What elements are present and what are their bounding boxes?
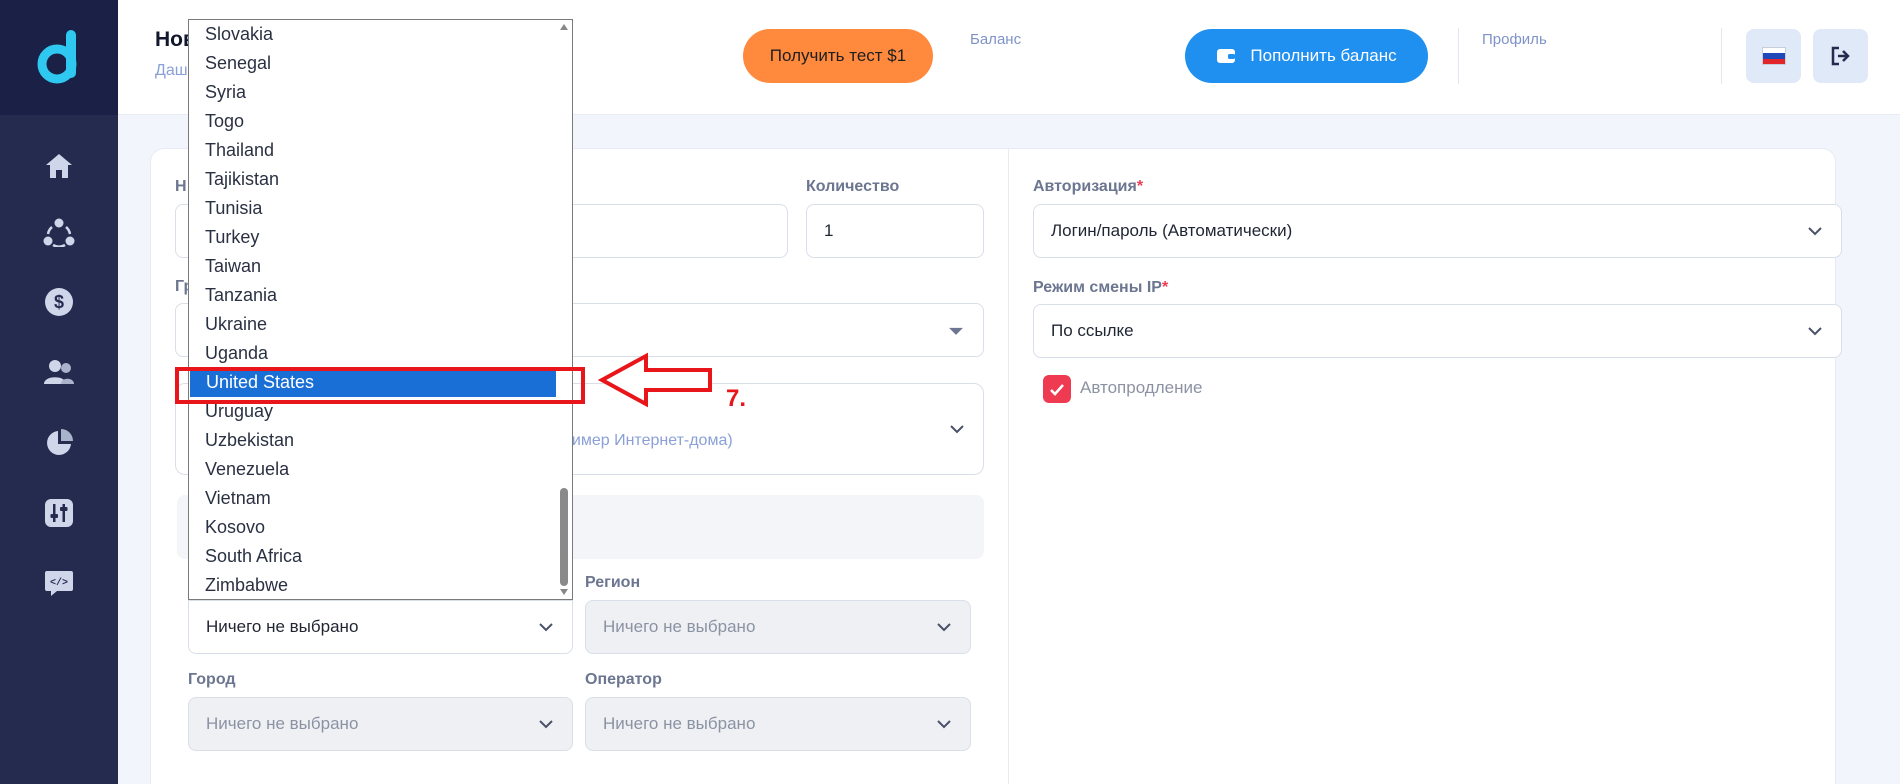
- chevron-down-icon: [539, 720, 553, 729]
- language-button[interactable]: [1746, 29, 1801, 83]
- country-option[interactable]: Tanzania: [189, 281, 557, 310]
- operator-select-value: Ничего не выбрано: [603, 714, 756, 733]
- authorization-select[interactable]: Логин/пароль (Автоматически): [1033, 204, 1842, 258]
- logo-icon: [37, 29, 77, 83]
- topup-balance-label: Пополнить баланс: [1250, 46, 1397, 65]
- api-code-icon: </>: [45, 571, 73, 596]
- sidebar-item-api[interactable]: </>: [0, 558, 118, 608]
- city-select[interactable]: Ничего не выбрано: [188, 697, 573, 751]
- country-option[interactable]: Senegal: [189, 49, 557, 78]
- country-select-value: Ничего не выбрано: [206, 617, 359, 636]
- chevron-down-icon: [937, 623, 951, 632]
- network-icon: [43, 218, 75, 247]
- chevron-down-icon: [1808, 327, 1822, 336]
- required-asterisk: *: [1161, 279, 1169, 296]
- name-label: Н: [175, 178, 187, 195]
- column-divider: [1008, 148, 1009, 784]
- region-select-value: Ничего не выбрано: [603, 617, 756, 636]
- country-option[interactable]: Taiwan: [189, 252, 557, 281]
- authorization-select-value: Логин/пароль (Автоматически): [1051, 221, 1293, 240]
- sidebar-item-settings[interactable]: [0, 488, 118, 538]
- autorenew-label[interactable]: Автопродление: [1080, 378, 1202, 398]
- country-select[interactable]: Ничего не выбрано: [188, 600, 573, 654]
- country-option[interactable]: Syria: [189, 78, 557, 107]
- country-option[interactable]: Ukraine: [189, 310, 557, 339]
- home-icon: [46, 154, 72, 178]
- operator-select[interactable]: Ничего не выбрано: [585, 697, 971, 751]
- country-option[interactable]: Kosovo: [189, 513, 557, 542]
- svg-text:$: $: [54, 292, 64, 312]
- highlight-box: [175, 367, 585, 404]
- russian-flag-icon: [1761, 47, 1786, 65]
- logout-icon: [1831, 46, 1850, 66]
- country-dropdown-list[interactable]: Slovakia Senegal Syria Togo Thailand Taj…: [188, 19, 573, 600]
- region-select[interactable]: Ничего не выбрано: [585, 600, 971, 654]
- pointer-arrow-icon: [598, 352, 712, 408]
- chevron-down-icon: [950, 425, 964, 434]
- required-asterisk: *: [1136, 178, 1144, 195]
- sliders-icon: [45, 499, 73, 527]
- ip-mode-select[interactable]: По ссылке: [1033, 304, 1842, 358]
- country-option[interactable]: Uganda: [189, 339, 557, 368]
- dollar-icon: $: [45, 288, 73, 316]
- ip-mode-label-text: Режим смены IP: [1033, 279, 1162, 296]
- country-option[interactable]: Zimbabwe: [189, 571, 557, 599]
- ip-mode-select-value: По ссылке: [1051, 321, 1134, 340]
- country-option[interactable]: Slovakia: [189, 20, 557, 49]
- svg-text:</>: </>: [50, 577, 68, 589]
- balance-label: Баланс: [970, 31, 1022, 48]
- country-option[interactable]: Togo: [189, 107, 557, 136]
- chevron-down-icon: [539, 623, 553, 632]
- authorization-label-text: Авторизация: [1033, 178, 1137, 195]
- country-option[interactable]: South Africa: [189, 542, 557, 571]
- breadcrumb[interactable]: Даш: [155, 62, 188, 80]
- profile-label[interactable]: Профиль: [1482, 31, 1547, 48]
- sidebar-item-billing[interactable]: $: [0, 277, 118, 327]
- chevron-down-icon: [1808, 227, 1822, 236]
- city-label: Город: [188, 671, 236, 688]
- country-option[interactable]: Venezuela: [189, 455, 557, 484]
- sidebar-item-network[interactable]: [0, 207, 118, 257]
- sidebar-item-home[interactable]: [0, 141, 118, 191]
- autorenew-checkbox[interactable]: [1043, 375, 1071, 403]
- step-number: 7.: [726, 385, 747, 412]
- country-option[interactable]: Tunisia: [189, 194, 557, 223]
- header-divider: [1458, 28, 1459, 84]
- caret-down-icon: [949, 327, 963, 335]
- users-icon: [44, 360, 74, 384]
- sidebar-item-statistics[interactable]: [0, 418, 118, 468]
- country-option[interactable]: Vietnam: [189, 484, 557, 513]
- country-option[interactable]: Turkey: [189, 223, 557, 252]
- scroll-up-arrow-icon[interactable]: [560, 24, 568, 30]
- country-option[interactable]: Tajikistan: [189, 165, 557, 194]
- country-option[interactable]: Uzbekistan: [189, 426, 557, 455]
- dropdown-scrollbar[interactable]: [556, 20, 572, 599]
- wallet-icon: [1217, 49, 1236, 63]
- scrollbar-thumb[interactable]: [560, 488, 568, 586]
- chevron-down-icon: [937, 720, 951, 729]
- logo[interactable]: [0, 0, 118, 115]
- logout-button[interactable]: [1813, 29, 1868, 83]
- country-option[interactable]: Thailand: [189, 136, 557, 165]
- topup-balance-button[interactable]: Пополнить баланс: [1185, 29, 1428, 83]
- authorization-label: Авторизация*: [1033, 178, 1143, 196]
- operator-label: Оператор: [585, 671, 662, 688]
- header-divider: [1721, 28, 1722, 84]
- ip-mode-label: Режим смены IP*: [1033, 279, 1168, 297]
- city-select-value: Ничего не выбрано: [206, 714, 359, 733]
- quantity-label: Количество: [806, 178, 900, 195]
- region-label: Регион: [585, 574, 641, 591]
- get-test-button[interactable]: Получить тест $1: [743, 29, 933, 83]
- type-hint: ример Интернет-дома): [563, 432, 733, 449]
- scroll-down-arrow-icon[interactable]: [560, 589, 568, 595]
- sidebar: $ </>: [0, 0, 118, 784]
- sidebar-item-users[interactable]: [0, 347, 118, 397]
- check-icon: [1050, 383, 1064, 396]
- pie-chart-icon: [47, 429, 73, 455]
- quantity-input[interactable]: 1: [806, 204, 984, 258]
